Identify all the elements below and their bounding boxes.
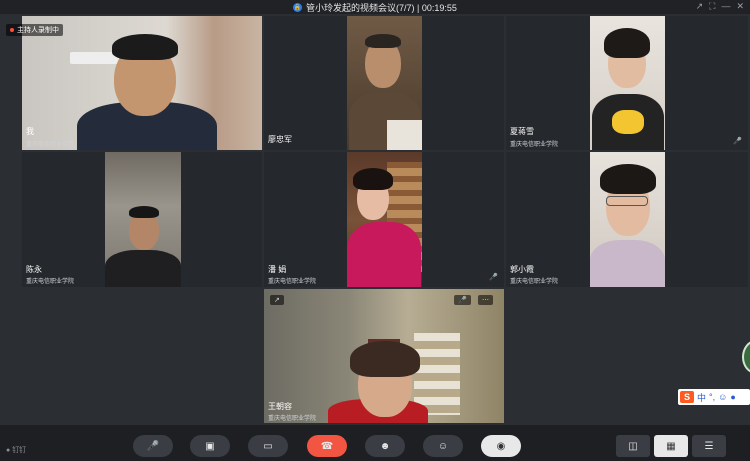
mic-off-icon: 🎤 xyxy=(733,138,742,145)
participant-org: 重庆电信职业学院 xyxy=(510,142,559,148)
video-feed xyxy=(22,16,262,150)
participant-org: 重庆电信职业学院 xyxy=(268,279,317,285)
mic-icon: 🎤 xyxy=(146,440,160,452)
layout-speaker-button[interactable]: ◫ xyxy=(616,435,650,457)
person-hair xyxy=(365,34,401,48)
window-title: 🔒 管小玲发起的视频会议(7/7) | 00:19:55 xyxy=(293,1,457,14)
video-feed xyxy=(347,16,422,150)
participant-name: 我 xyxy=(26,127,34,136)
participant-org: 重庆电信职业学院 xyxy=(26,142,75,148)
layout-grid-button[interactable]: ▦ xyxy=(654,435,688,457)
camera-icon: ▣ xyxy=(205,440,215,452)
mute-button[interactable]: 🎤 xyxy=(133,435,173,457)
layout-speaker-icon: ◫ xyxy=(628,440,638,452)
members-button[interactable]: ☻ xyxy=(365,435,405,457)
recording-badge: 主持人录制中 xyxy=(6,24,63,36)
meeting-toolbar: ● 钉钉 🎤 ▣ ▭ ☎ ☻ ☺ ◉ ◫ ▦ ☰ xyxy=(0,425,750,461)
close-icon[interactable]: ✕ xyxy=(736,1,744,12)
participant-name: 潘 娟 xyxy=(268,265,287,274)
phone-hangup-icon: ☎ xyxy=(320,440,334,452)
participant-tile-6[interactable]: 郭小霞 重庆电信职业学院 xyxy=(506,152,748,287)
person-hair xyxy=(350,341,420,377)
add-user-icon: ☺ xyxy=(437,440,449,452)
user-icon: ☻ xyxy=(379,440,391,452)
person-hair xyxy=(129,206,159,218)
share-icon[interactable]: ↗ xyxy=(696,1,704,12)
participant-name: 廖忠军 xyxy=(268,135,292,144)
side-avatar[interactable] xyxy=(742,340,750,374)
ime-toolbar[interactable]: S 中 °, ☺ ● xyxy=(678,389,750,405)
title-bar: 🔒 管小玲发起的视频会议(7/7) | 00:19:55 ↗ ⛶ — ✕ xyxy=(0,0,750,14)
participant-name: 郭小霞 xyxy=(510,265,534,274)
person-body xyxy=(347,222,421,287)
camera-button[interactable]: ▣ xyxy=(190,435,230,457)
duck-print xyxy=(612,110,644,134)
participant-tile-me[interactable]: 我 重庆电信职业学院 xyxy=(22,16,262,150)
person-hair xyxy=(604,28,650,58)
ime-emoji-icon[interactable]: ☺ xyxy=(718,392,727,402)
participant-tile-4[interactable]: 陈永 重庆电信职业学院 xyxy=(22,152,262,287)
paper xyxy=(387,120,422,150)
participant-name: 王朝容 xyxy=(268,402,292,411)
ime-logo: S xyxy=(680,391,694,403)
person-body xyxy=(590,240,665,287)
video-feed xyxy=(590,152,665,287)
window-title-text: 管小玲发起的视频会议(7/7) | 00:19:55 xyxy=(306,2,457,13)
person-hair xyxy=(353,168,393,190)
video-feed xyxy=(347,152,422,287)
recording-badge-text: 主持人录制中 xyxy=(17,27,59,34)
participant-org: 重庆电信职业学院 xyxy=(510,279,559,285)
video-feed xyxy=(590,16,665,150)
brand-logo: ● 钉钉 xyxy=(6,447,27,454)
more-icon[interactable]: ⋯ xyxy=(478,295,493,305)
mic-icon[interactable]: 🎤 xyxy=(454,295,471,305)
grid-icon: ▦ xyxy=(666,440,676,452)
participant-tile-3[interactable]: 夏蒋雪 重庆电信职业学院 🎤 xyxy=(506,16,748,150)
participant-tile-2[interactable]: 廖忠军 xyxy=(264,16,504,150)
invite-button[interactable]: ☺ xyxy=(423,435,463,457)
window-controls: ↗ ⛶ — ✕ xyxy=(696,1,744,12)
share-screen-button[interactable]: ▭ xyxy=(248,435,288,457)
expand-icon[interactable]: ↗ xyxy=(270,295,284,305)
record-icon: ◉ xyxy=(496,440,506,452)
video-feed xyxy=(264,289,504,423)
person-body xyxy=(105,250,181,287)
person-hair xyxy=(600,164,656,194)
participant-tile-5[interactable]: 潘 娟 重庆电信职业学院 🎤 xyxy=(264,152,504,287)
person-hair xyxy=(112,34,178,60)
mic-off-icon: 🎤 xyxy=(489,274,498,281)
screen-share-icon: ▭ xyxy=(263,440,273,452)
fullscreen-icon[interactable]: ⛶ xyxy=(709,1,715,12)
participant-name: 夏蒋雪 xyxy=(510,127,534,136)
bookshelf xyxy=(414,333,460,415)
record-button[interactable]: ◉ xyxy=(481,435,521,457)
ime-user-icon[interactable]: ● xyxy=(730,392,735,402)
participant-tile-7[interactable]: ↗ 🎤 ⋯ 王朝容 重庆电信职业学院 xyxy=(264,289,504,423)
participant-org: 重庆电信职业学院 xyxy=(26,279,75,285)
hang-up-button[interactable]: ☎ xyxy=(307,435,347,457)
minimize-icon[interactable]: — xyxy=(721,1,730,12)
ime-mode[interactable]: 中 xyxy=(697,391,706,404)
ime-punct-icon[interactable]: °, xyxy=(709,392,715,402)
video-feed xyxy=(105,152,181,287)
menu-icon: ☰ xyxy=(704,440,714,452)
menu-button[interactable]: ☰ xyxy=(692,435,726,457)
lock-icon: 🔒 xyxy=(293,2,303,12)
participant-name: 陈永 xyxy=(26,265,42,274)
brand-name: 钉钉 xyxy=(12,447,27,454)
record-dot-icon xyxy=(10,28,14,32)
participant-org: 重庆电信职业学院 xyxy=(268,416,317,422)
glasses xyxy=(606,196,648,206)
